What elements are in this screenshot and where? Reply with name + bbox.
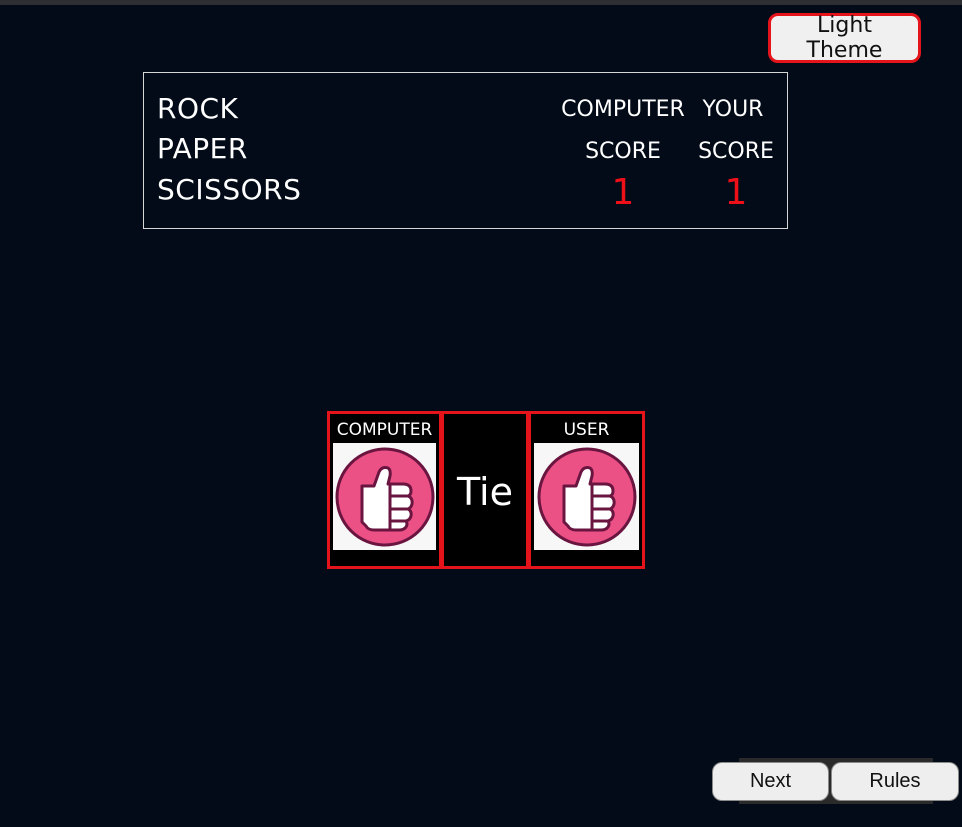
user-choice-image <box>534 443 639 550</box>
user-score-subheading: SCORE <box>698 139 774 164</box>
game-title-paper: PAPER <box>157 132 248 165</box>
next-button[interactable]: Next <box>712 762 829 801</box>
computer-choice-image <box>333 443 436 550</box>
rock-fist-icon <box>335 447 434 546</box>
user-choice-label: USER <box>563 420 610 440</box>
user-choice-card: USER <box>528 411 645 569</box>
browser-top-strip <box>0 0 962 5</box>
game-title-scissors: SCISSORS <box>157 173 302 206</box>
result-card: Tie <box>441 411 529 569</box>
user-score-value: 1 <box>724 172 748 213</box>
scoreboard: ROCK PAPER SCISSORS COMPUTER SCORE 1 YOU… <box>143 72 788 229</box>
computer-score-heading: COMPUTER <box>561 97 685 122</box>
computer-score-value: 1 <box>611 172 635 213</box>
rules-button[interactable]: Rules <box>831 762 959 801</box>
computer-score-subheading: SCORE <box>585 139 661 164</box>
computer-choice-card: COMPUTER <box>327 411 442 569</box>
rock-fist-icon <box>537 447 636 546</box>
user-score-heading: YOUR <box>702 97 764 122</box>
light-theme-button[interactable]: Light Theme <box>768 13 921 63</box>
game-title-rock: ROCK <box>157 92 239 125</box>
round-result-text: Tie <box>457 470 513 514</box>
computer-choice-label: COMPUTER <box>336 420 433 440</box>
round-result-panel: COMPUTER Tie USER <box>327 411 645 569</box>
